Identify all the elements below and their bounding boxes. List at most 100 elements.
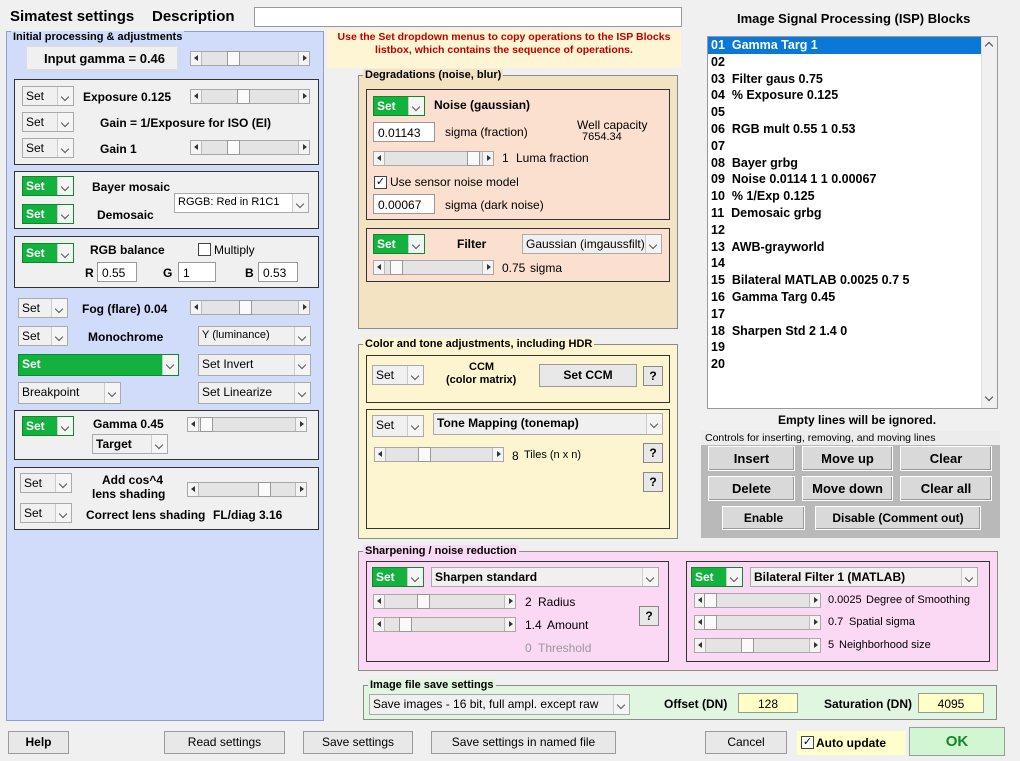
isp-list-item[interactable]: 16 Gamma Targ 0.45 [708,289,981,306]
isp-list-item[interactable]: 19 [708,339,981,356]
tiles-slider[interactable] [374,447,504,462]
multiply-checkbox[interactable] [198,243,211,256]
isp-list-item[interactable]: 17 [708,306,981,323]
neighborhood-slider[interactable] [694,638,821,653]
isp-list-item[interactable]: 01 Gamma Targ 1 [708,37,981,54]
save-named-button[interactable]: Save settings in named file [431,731,616,754]
clear-all-button[interactable]: Clear all [900,476,992,501]
noise-sigma-input[interactable]: 0.01143 [373,122,435,142]
sensor-noise-checkbox[interactable]: ✓ [374,176,387,189]
input-gamma-slider[interactable] [190,51,310,66]
clear-button[interactable]: Clear [900,446,992,471]
isp-list-item[interactable]: 15 Bilateral MATLAB 0.0025 0.7 5 [708,272,981,289]
correct-lens-set-select[interactable]: Set [20,503,72,523]
tone-set-select[interactable]: Set [372,415,424,437]
linearize-option-select[interactable]: Set Linearize [198,382,311,404]
tone-option-select[interactable]: Tone Mapping (tonemap) [433,413,663,435]
gain-iso-set-select[interactable]: Set [22,112,74,132]
bilateral-set-select[interactable]: Set [691,567,743,587]
isp-list-item[interactable]: 18 Sharpen Std 2 1.4 0 [708,323,981,340]
isp-title: Image Signal Processing (ISP) Blocks [737,11,971,26]
isp-list-item[interactable]: 20 [708,356,981,373]
invert-option-select[interactable]: Set Invert [198,354,311,376]
cos4-set-select[interactable]: Set [20,473,72,493]
cancel-button[interactable]: Cancel [705,731,787,754]
ccm-set-select[interactable]: Set [372,365,424,385]
insert-button[interactable]: Insert [708,446,795,471]
gamma-slider[interactable] [187,417,307,432]
cos4-slider[interactable] [187,482,307,497]
isp-list-item[interactable]: 03 Filter gaus 0.75 [708,71,981,88]
enable-button[interactable]: Enable [722,506,805,530]
isp-list-item[interactable]: 10 % 1/Exp 0.125 [708,188,981,205]
sharpen-help-button[interactable]: ? [639,606,659,626]
isp-list-item[interactable]: 08 Bayer grbg [708,155,981,172]
move-up-button[interactable]: Move up [802,446,893,471]
isp-list-item[interactable]: 07 [708,138,981,155]
description-input[interactable] [254,7,682,27]
set-ccm-button[interactable]: Set CCM [539,364,637,387]
radius-slider[interactable] [373,594,516,609]
isp-listbox[interactable]: 01 Gamma Targ 1 02 03 Filter gaus 0.75 04 %… [707,36,998,409]
exposure-slider[interactable] [190,89,310,104]
isp-list-item[interactable]: 02 [708,54,981,71]
disable-button[interactable]: Disable (Comment out) [815,506,981,530]
gain-set-select[interactable]: Set [22,138,74,158]
invert-set-select[interactable]: Set [18,354,179,376]
bilateral-option-select[interactable]: Bilateral Filter 1 (MATLAB) [750,567,978,587]
demosaic-set-select[interactable]: Set [22,204,74,224]
isp-list-item[interactable]: 06 RGB mult 0.55 1 0.53 [708,121,981,138]
saturation-input[interactable]: 4095 [918,693,984,713]
offset-input[interactable]: 128 [738,693,798,713]
gamma-set-select[interactable]: Set [22,416,74,436]
tone-help-button[interactable]: ? [643,443,663,463]
sharpen-option-select[interactable]: Sharpen standard [431,567,659,587]
exposure-set-select[interactable]: Set [22,86,74,106]
move-down-button[interactable]: Move down [802,476,893,501]
isp-list-item[interactable]: 05 [708,104,981,121]
isp-list-item[interactable]: 13 AWB-grayworld [708,239,981,256]
noise-set-select[interactable]: Set [373,96,425,116]
rgb-set-select[interactable]: Set [22,243,74,263]
mono-option-select[interactable]: Y (luminance) [198,326,311,346]
isp-list-item[interactable]: 12 [708,222,981,239]
isp-scrollbar[interactable] [981,37,997,408]
isp-list-item[interactable]: 09 Noise 0.0114 1 1 0.00067 [708,171,981,188]
scroll-up-icon[interactable] [984,41,994,51]
r-input[interactable]: 0.55 [97,262,137,282]
auto-update-checkbox[interactable]: ✓ [801,736,814,749]
read-settings-button[interactable]: Read settings [164,731,285,754]
isp-list-item[interactable]: 11 Demosaic grbg [708,205,981,222]
delete-button[interactable]: Delete [708,476,795,501]
gamma-target-select[interactable]: Target [92,434,168,454]
luma-slider[interactable] [373,151,494,166]
filter-sigma-slider[interactable] [373,260,494,275]
amount-slider[interactable] [373,617,516,632]
spatial-slider[interactable] [694,615,821,630]
isp-list-item[interactable]: 04 % Exposure 0.125 [708,87,981,104]
filter-set-select[interactable]: Set [373,234,425,254]
tone-help-button-2[interactable]: ? [643,472,663,492]
ok-button[interactable]: OK [909,727,1005,756]
fog-set-select[interactable]: Set [18,298,68,318]
help-button[interactable]: Help [8,731,69,754]
demosaic-label: Demosaic [97,208,154,222]
dark-noise-input[interactable]: 0.00067 [373,194,435,214]
mono-set-select[interactable]: Set [18,326,68,346]
save-option-select[interactable]: Save images - 16 bit, full ampl. except … [369,694,630,715]
save-settings-button[interactable]: Save settings [303,731,413,754]
isp-list-item[interactable]: 14 [708,255,981,272]
g-input[interactable]: 1 [178,262,216,282]
fog-slider[interactable] [190,300,310,315]
bayer-pattern-select[interactable]: RGGB: Red in R1C1 [174,193,309,213]
smoothing-slider[interactable] [694,593,821,608]
linearize-set-select[interactable]: Breakpoint [18,382,121,404]
scroll-down-icon[interactable] [984,392,994,402]
filter-option-select[interactable]: Gaussian (imgaussfilt) [522,234,662,254]
multiply-label: Multiply [214,243,255,257]
bayer-set-select[interactable]: Set [22,176,74,196]
sharpen-set-select[interactable]: Set [372,567,424,587]
ccm-help-button[interactable]: ? [643,366,663,386]
gain-slider[interactable] [190,140,310,155]
b-input[interactable]: 0.53 [258,262,298,282]
